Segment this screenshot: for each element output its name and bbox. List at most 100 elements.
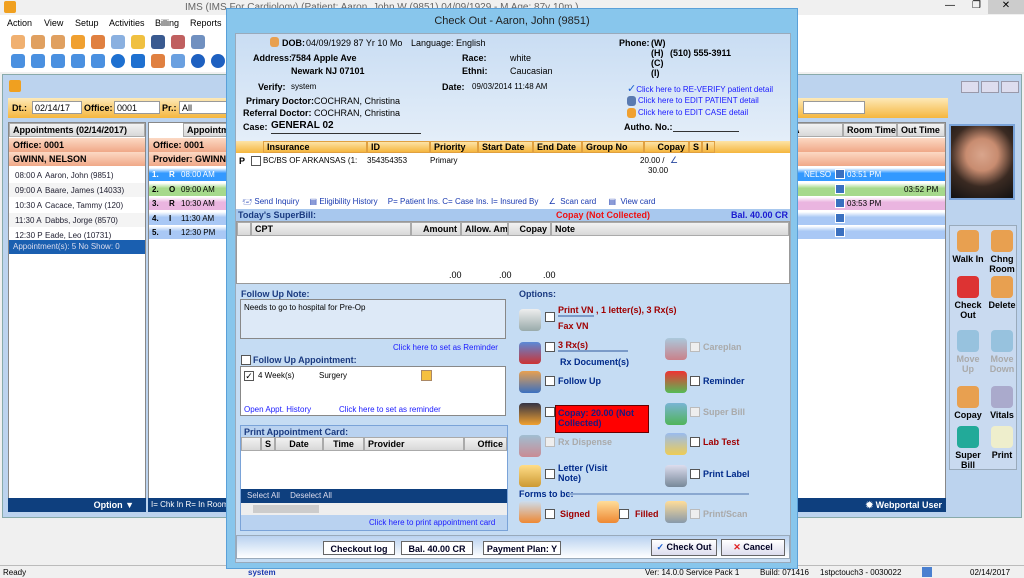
webportal-user[interactable]: ✹ Webportal User: [866, 500, 942, 511]
print-label-checkbox[interactable]: [690, 469, 700, 479]
select-all-button[interactable]: Select All: [247, 491, 280, 500]
clipboard-icon[interactable]: [111, 35, 125, 49]
room-icon[interactable]: [835, 183, 845, 194]
doctor-icon[interactable]: [31, 35, 45, 49]
lab-test-checkbox[interactable]: [690, 437, 700, 447]
copay-checkbox[interactable]: [545, 407, 555, 417]
appointment-list-item[interactable]: 09:00 A Baare, James (14033): [9, 183, 145, 197]
checkout-log-button[interactable]: Checkout log: [323, 541, 395, 555]
eligibility-history-link[interactable]: ▤ Eligibility History: [310, 197, 378, 206]
menu-reports[interactable]: Reports: [190, 18, 222, 28]
help-icon[interactable]: [191, 54, 205, 68]
exit-icon[interactable]: [211, 54, 225, 68]
appointment-list-item[interactable]: 08:00 A Aaron, John (9851): [9, 168, 145, 182]
patient-icon[interactable]: [11, 35, 25, 49]
dollar-icon[interactable]: [131, 54, 145, 68]
print-label-icon: [665, 465, 687, 487]
followup-appointment-checkbox[interactable]: [241, 355, 251, 365]
insurance-checkbox[interactable]: [251, 156, 261, 166]
deselect-all-button[interactable]: Deselect All: [290, 491, 332, 500]
doctor-edit-icon[interactable]: [51, 35, 65, 49]
action-button[interactable]: Walk In: [951, 230, 985, 264]
sort-icon[interactable]: [91, 54, 105, 68]
provider-select[interactable]: All: [179, 101, 229, 114]
print-vn-checkbox[interactable]: [545, 312, 555, 322]
action-button[interactable]: Delete: [985, 276, 1019, 310]
follow-up-checkbox[interactable]: [545, 376, 555, 386]
follow-up-label: Follow Up: [558, 376, 601, 386]
view-card-link[interactable]: ▤ View card: [608, 197, 655, 206]
first-icon[interactable]: [11, 54, 25, 68]
office-select[interactable]: 0001: [114, 101, 160, 114]
chart-icon[interactable]: [151, 54, 165, 68]
letter-checkbox[interactable]: [545, 469, 555, 479]
set-reminder-link[interactable]: Click here to set as Reminder: [393, 343, 498, 352]
open-appt-history-link[interactable]: Open Appt. History: [244, 405, 311, 414]
room-icon[interactable]: [835, 227, 845, 237]
print-scan-checkbox[interactable]: [690, 509, 700, 519]
edit-patient-link[interactable]: Click here to EDIT PATIENT detail: [627, 96, 759, 106]
send-inquiry-link[interactable]: 🖅 Send Inquiry: [242, 197, 299, 206]
child-minimize-button[interactable]: [961, 81, 979, 93]
reminder-checkbox[interactable]: [690, 376, 700, 386]
menu-billing[interactable]: Billing: [155, 18, 179, 28]
cancel-button[interactable]: ✕ Cancel: [721, 539, 785, 556]
case-select[interactable]: GENERAL 02: [271, 120, 421, 134]
next-icon[interactable]: [51, 54, 65, 68]
followup-item-checkbox[interactable]: ✓: [244, 371, 254, 381]
super-bill-checkbox[interactable]: [690, 407, 700, 417]
action-button[interactable]: Move Up: [951, 330, 985, 374]
folder-icon[interactable]: [71, 35, 85, 49]
followup-note-textarea[interactable]: Needs to go to hospital for Pre-Op: [240, 299, 506, 339]
refresh-icon[interactable]: [111, 54, 125, 68]
option-button[interactable]: Option ▼: [8, 498, 146, 512]
notes-icon[interactable]: [191, 35, 205, 49]
child-restore-button[interactable]: [981, 81, 999, 93]
action-button[interactable]: Check Out: [951, 276, 985, 320]
edit-case-link[interactable]: Click here to EDIT CASE detail: [627, 108, 748, 118]
close-button[interactable]: ✕: [988, 0, 1024, 14]
check-out-button[interactable]: ✓ Check Out: [651, 539, 717, 556]
dialog-title: Check Out - Aaron, John (9851): [434, 15, 590, 27]
action-button[interactable]: Print: [985, 426, 1019, 460]
calendar-icon[interactable]: [421, 370, 432, 381]
edit-icon[interactable]: [91, 35, 105, 49]
appointment-list-item[interactable]: 10:30 A Cacace, Tammy (120): [9, 198, 145, 212]
action-button[interactable]: Move Down: [985, 330, 1019, 374]
appointment-list-item[interactable]: 11:30 A Dabbs, Jorge (8570): [9, 213, 145, 227]
autho-input[interactable]: [673, 120, 739, 132]
signed-checkbox[interactable]: [545, 509, 555, 519]
restore-button[interactable]: ❐: [972, 0, 981, 11]
menu-setup[interactable]: Setup: [75, 18, 99, 28]
room-icon[interactable]: [835, 198, 845, 208]
room-icon[interactable]: [835, 169, 845, 179]
careplan-checkbox[interactable]: [690, 342, 700, 352]
scan-card-icon[interactable]: ∠: [670, 155, 678, 166]
prev-icon[interactable]: [31, 54, 45, 68]
horizontal-scrollbar[interactable]: [241, 503, 507, 515]
child-close-button[interactable]: [1001, 81, 1019, 93]
flask-icon[interactable]: [131, 35, 145, 49]
reverify-link[interactable]: ✓Click here to RE-VERIFY patient detail: [627, 82, 773, 95]
report-icon[interactable]: [171, 35, 185, 49]
menu-action[interactable]: Action: [7, 18, 32, 28]
action-button[interactable]: Vitals: [985, 386, 1019, 420]
snowflake-icon[interactable]: [171, 54, 185, 68]
shield-icon[interactable]: [151, 35, 165, 49]
date-input[interactable]: 02/14/17: [32, 101, 82, 114]
action-button[interactable]: Copay: [951, 386, 985, 420]
set-reminder-link-2[interactable]: Click here to set as reminder: [339, 405, 441, 414]
minimize-button[interactable]: —: [945, 0, 955, 11]
last-icon[interactable]: [71, 54, 85, 68]
rx-dispense-checkbox[interactable]: [545, 437, 555, 447]
room-icon[interactable]: [835, 212, 845, 223]
scan-card-link[interactable]: ∠ Scan card: [549, 197, 597, 206]
menu-activities[interactable]: Activities: [109, 18, 145, 28]
search-input[interactable]: [803, 101, 865, 114]
rx-checkbox[interactable]: [545, 342, 555, 352]
print-appointment-card-link[interactable]: Click here to print appointment card: [369, 518, 495, 527]
action-button[interactable]: Super Bill: [951, 426, 985, 470]
filled-checkbox[interactable]: [619, 509, 629, 519]
action-button[interactable]: Chng Room: [985, 230, 1019, 274]
menu-view[interactable]: View: [44, 18, 63, 28]
